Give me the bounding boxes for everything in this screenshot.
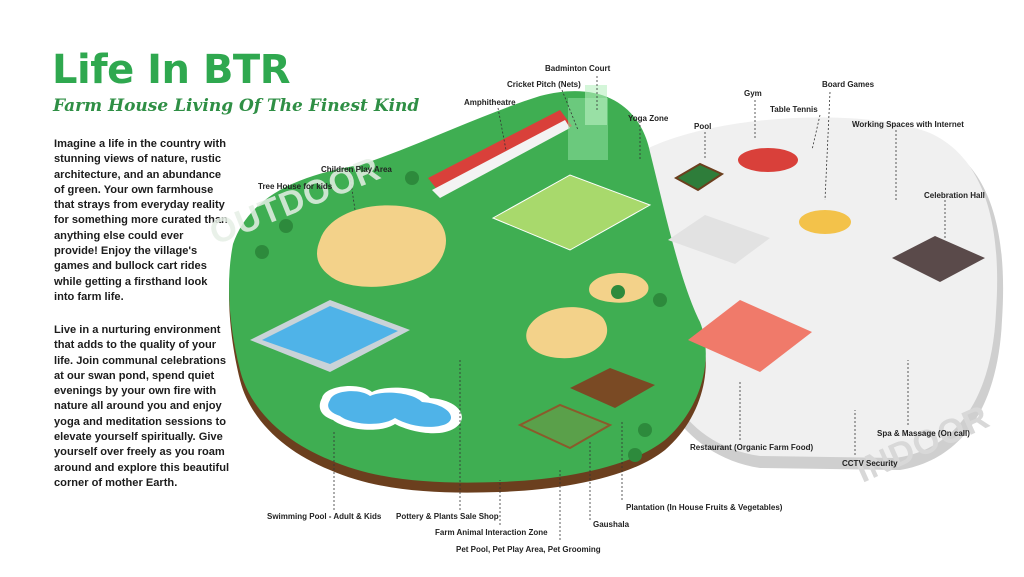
label-working-spaces: Working Spaces with Internet bbox=[852, 120, 964, 129]
label-yoga-zone: Yoga Zone bbox=[628, 114, 669, 123]
label-spa: Spa & Massage (On call) bbox=[877, 429, 970, 438]
label-gym: Gym bbox=[744, 89, 762, 98]
label-gaushala: Gaushala bbox=[593, 520, 630, 529]
board-games-mat bbox=[799, 210, 851, 234]
table-tennis-mat bbox=[738, 148, 798, 172]
label-board-games: Board Games bbox=[822, 80, 875, 89]
label-table-tennis: Table Tennis bbox=[770, 105, 818, 114]
label-cricket-pitch: Cricket Pitch (Nets) bbox=[507, 80, 581, 89]
label-farm-animal: Farm Animal Interaction Zone bbox=[435, 528, 548, 537]
label-pottery: Pottery & Plants Sale Shop bbox=[396, 512, 499, 521]
label-pool: Pool bbox=[694, 122, 712, 131]
label-badminton-court: Badminton Court bbox=[545, 64, 611, 73]
label-celebration-hall: Celebration Hall bbox=[924, 191, 985, 200]
label-children-play-area: Children Play Area bbox=[321, 165, 392, 174]
label-amphitheatre: Amphitheatre bbox=[464, 98, 516, 107]
label-swimming-pool: Swimming Pool - Adult & Kids bbox=[267, 512, 382, 521]
label-restaurant: Restaurant (Organic Farm Food) bbox=[690, 443, 814, 452]
label-tree-house: Tree House for kids bbox=[258, 182, 333, 191]
label-pet-pool: Pet Pool, Pet Play Area, Pet Grooming bbox=[456, 545, 601, 554]
label-cctv: CCTV Security bbox=[842, 459, 898, 468]
badminton-net bbox=[585, 85, 607, 125]
label-plantation: Plantation (In House Fruits & Vegetables… bbox=[626, 503, 783, 512]
